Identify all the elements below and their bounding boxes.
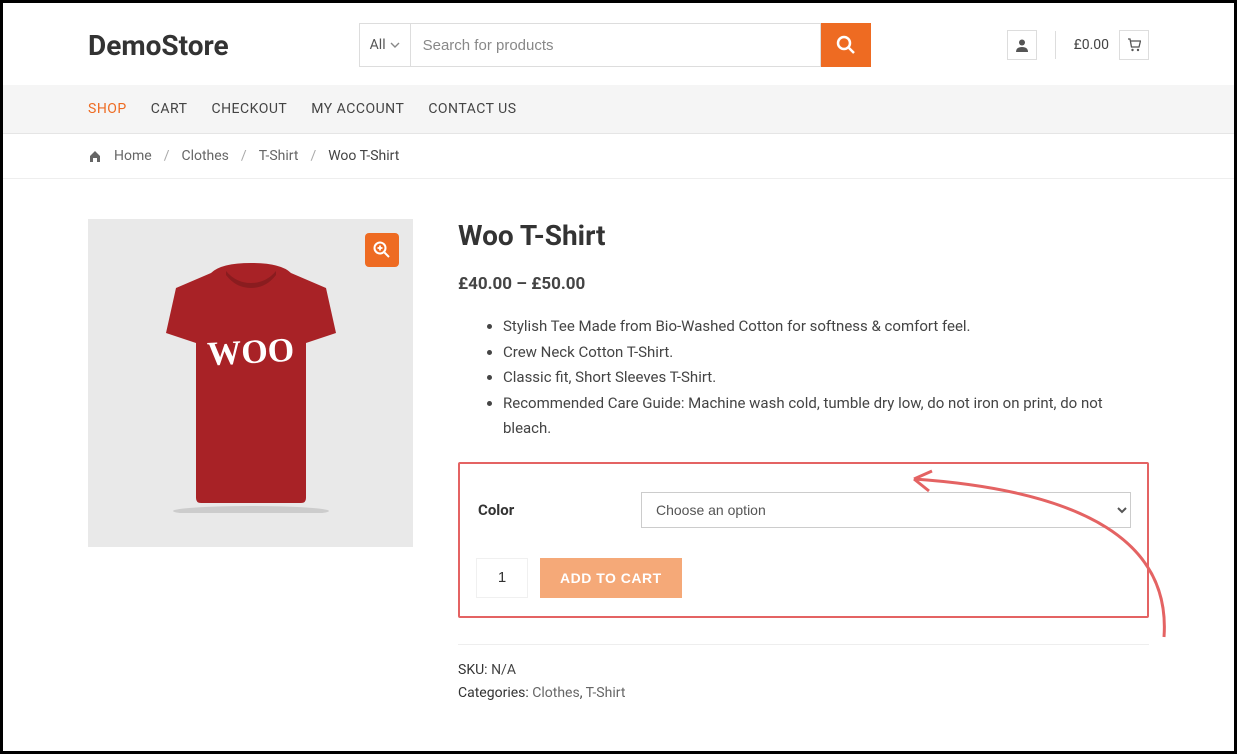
- color-select[interactable]: Choose an option: [641, 492, 1131, 528]
- sku-label: SKU:: [458, 662, 488, 678]
- sku-row: SKU: N/A: [458, 659, 1149, 682]
- search-button[interactable]: [821, 23, 871, 67]
- account-button[interactable]: [1007, 30, 1037, 60]
- variation-label-color: Color: [476, 501, 641, 519]
- nav-item-shop[interactable]: SHOP: [88, 85, 127, 133]
- nav-item-account[interactable]: MY ACCOUNT: [311, 85, 404, 133]
- categories-row: Categories: Clothes, T-Shirt: [458, 682, 1149, 705]
- user-icon: [1015, 38, 1029, 52]
- category-dropdown[interactable]: All: [359, 23, 411, 67]
- category-link-clothes[interactable]: Clothes: [532, 685, 579, 701]
- product-image[interactable]: WOO: [151, 253, 351, 513]
- zoom-icon: [373, 241, 391, 259]
- nav-item-checkout[interactable]: CHECKOUT: [211, 85, 287, 133]
- main-nav: SHOP CART CHECKOUT MY ACCOUNT CONTACT US: [3, 85, 1234, 134]
- breadcrumb-sep: /: [241, 148, 247, 164]
- product-gallery: WOO: [88, 219, 413, 547]
- category-link-tshirt[interactable]: T-Shirt: [586, 685, 626, 701]
- quantity-input[interactable]: [476, 558, 528, 598]
- store-logo[interactable]: DemoStore: [88, 29, 229, 62]
- desc-bullet: Stylish Tee Made from Bio-Washed Cotton …: [503, 314, 1149, 340]
- sku-value: N/A: [491, 662, 516, 678]
- search-input[interactable]: [411, 23, 821, 67]
- desc-bullet: Classic fit, Short Sleeves T-Shirt.: [503, 365, 1149, 391]
- cart-total: £0.00: [1074, 37, 1109, 53]
- breadcrumb-tshirt[interactable]: T-Shirt: [259, 148, 299, 164]
- breadcrumb-current: Woo T-Shirt: [328, 148, 399, 164]
- desc-bullet: Recommended Care Guide: Machine wash col…: [503, 391, 1149, 442]
- categories-label: Categories:: [458, 685, 529, 701]
- breadcrumb-sep: /: [164, 148, 170, 164]
- chevron-down-icon: [390, 40, 400, 50]
- breadcrumb-sep: /: [310, 148, 316, 164]
- home-icon: [88, 149, 102, 163]
- search-container: All: [359, 23, 871, 67]
- desc-bullet: Crew Neck Cotton T-Shirt.: [503, 340, 1149, 366]
- product-description: Stylish Tee Made from Bio-Washed Cotton …: [458, 314, 1149, 442]
- search-icon: [836, 35, 856, 55]
- variation-highlight-box: Color Choose an option ADD TO CART: [458, 462, 1149, 618]
- cart-link[interactable]: £0.00: [1074, 30, 1149, 60]
- svg-text:WOO: WOO: [206, 332, 295, 373]
- category-dropdown-label: All: [370, 37, 386, 53]
- product-title: Woo T-Shirt: [458, 219, 1149, 252]
- meta-divider: [458, 644, 1149, 645]
- nav-item-cart[interactable]: CART: [151, 85, 188, 133]
- zoom-button[interactable]: [365, 233, 399, 267]
- product-price: £40.00 – £50.00: [458, 274, 1149, 294]
- nav-item-contact[interactable]: CONTACT US: [428, 85, 516, 133]
- breadcrumb-clothes[interactable]: Clothes: [181, 148, 228, 164]
- cart-icon: [1127, 38, 1141, 52]
- breadcrumb-home[interactable]: Home: [114, 148, 152, 164]
- breadcrumb: Home / Clothes / T-Shirt / Woo T-Shirt: [3, 134, 1234, 179]
- header-divider: [1055, 31, 1056, 59]
- add-to-cart-button[interactable]: ADD TO CART: [540, 558, 682, 598]
